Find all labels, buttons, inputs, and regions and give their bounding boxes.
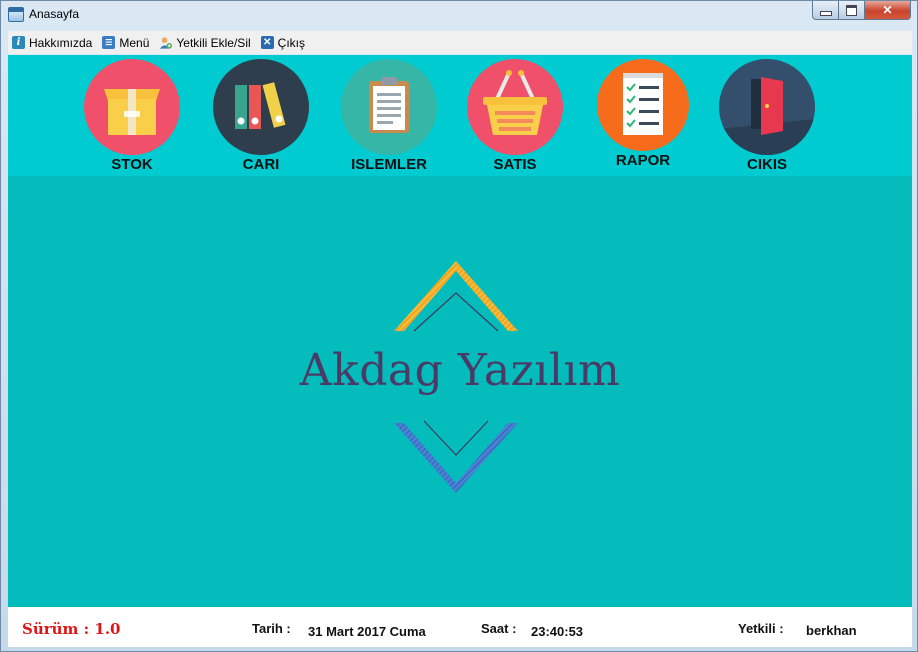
date-label: Tarih : (252, 621, 291, 636)
tile-label: CIKIS (746, 156, 787, 173)
info-icon: i (12, 36, 25, 49)
menu-item-cikis[interactable]: ✕ Çıkış (257, 32, 311, 53)
app-icon (8, 7, 24, 22)
client-area: STOK CARI ISLEMLER SATIS RAPOR CIKIS Akd… (8, 55, 912, 647)
menu-bar: i Hakkımızda ☰ Menü Yetkili Ekle/Sil ✕ Ç… (8, 31, 912, 54)
window-title: Anasayfa (29, 7, 80, 21)
menu-item-label: Hakkımızda (29, 35, 93, 50)
maximize-button[interactable] (839, 1, 865, 20)
main-window: Anasayfa ✕ i Hakkımızda ☰ Menü Yetkili E… (0, 0, 918, 652)
user-add-icon (159, 36, 173, 49)
tile-rapor[interactable]: RAPOR (583, 59, 703, 177)
user-label: Yetkili : (738, 621, 784, 636)
tile-satis[interactable]: SATIS (455, 59, 575, 177)
tile-cari[interactable]: CARI (201, 59, 321, 177)
window-controls: ✕ (812, 1, 911, 21)
time-label: Saat : (481, 621, 517, 636)
checklist-icon (597, 59, 689, 151)
tile-label: RAPOR (615, 152, 671, 169)
box-icon (84, 59, 180, 155)
version-label: Sürüm : 1.0 (22, 620, 121, 638)
exit-door-icon (719, 59, 815, 155)
tile-cikis[interactable]: CIKIS (707, 59, 827, 177)
menu-item-label: Çıkış (277, 35, 305, 50)
minimize-icon (819, 10, 832, 16)
clipboard-icon (341, 59, 437, 155)
tile-label: STOK (111, 156, 153, 173)
date-value: 31 Mart 2017 Cuma (308, 624, 426, 639)
close-icon: ✕ (260, 36, 274, 49)
module-toolbar: STOK CARI ISLEMLER SATIS RAPOR CIKIS (8, 55, 912, 176)
tile-label: CARI (242, 156, 280, 173)
maximize-icon (846, 4, 857, 16)
menu-item-hakkimizda[interactable]: i Hakkımızda (8, 32, 98, 53)
menu-icon: ☰ (102, 36, 116, 49)
time-value: 23:40:53 (531, 624, 584, 639)
menu-item-label: Yetkili Ekle/Sil (176, 35, 251, 50)
menu-item-label: Menü (119, 35, 150, 50)
status-bar: Sürüm : 1.0 Tarih : 31 Mart 2017 Cuma Sa… (8, 607, 912, 647)
tile-label: ISLEMLER (351, 156, 427, 173)
user-value: berkhan (806, 623, 857, 638)
tile-islemler[interactable]: ISLEMLER (329, 59, 449, 177)
brand-logo: Akdag Yazılım (8, 245, 912, 525)
menu-item-yetkili[interactable]: Yetkili Ekle/Sil (155, 32, 256, 53)
menu-item-menu[interactable]: ☰ Menü (98, 32, 155, 53)
minimize-button[interactable] (812, 1, 839, 20)
title-bar[interactable]: Anasayfa ✕ (1, 1, 917, 29)
brand-name: Akdag Yazılım (299, 345, 621, 396)
close-window-icon: ✕ (882, 3, 893, 17)
tile-label: SATIS (493, 156, 537, 173)
basket-icon (467, 59, 563, 155)
tile-stok[interactable]: STOK (72, 59, 192, 177)
close-button[interactable]: ✕ (865, 1, 911, 20)
binders-icon (213, 59, 309, 155)
